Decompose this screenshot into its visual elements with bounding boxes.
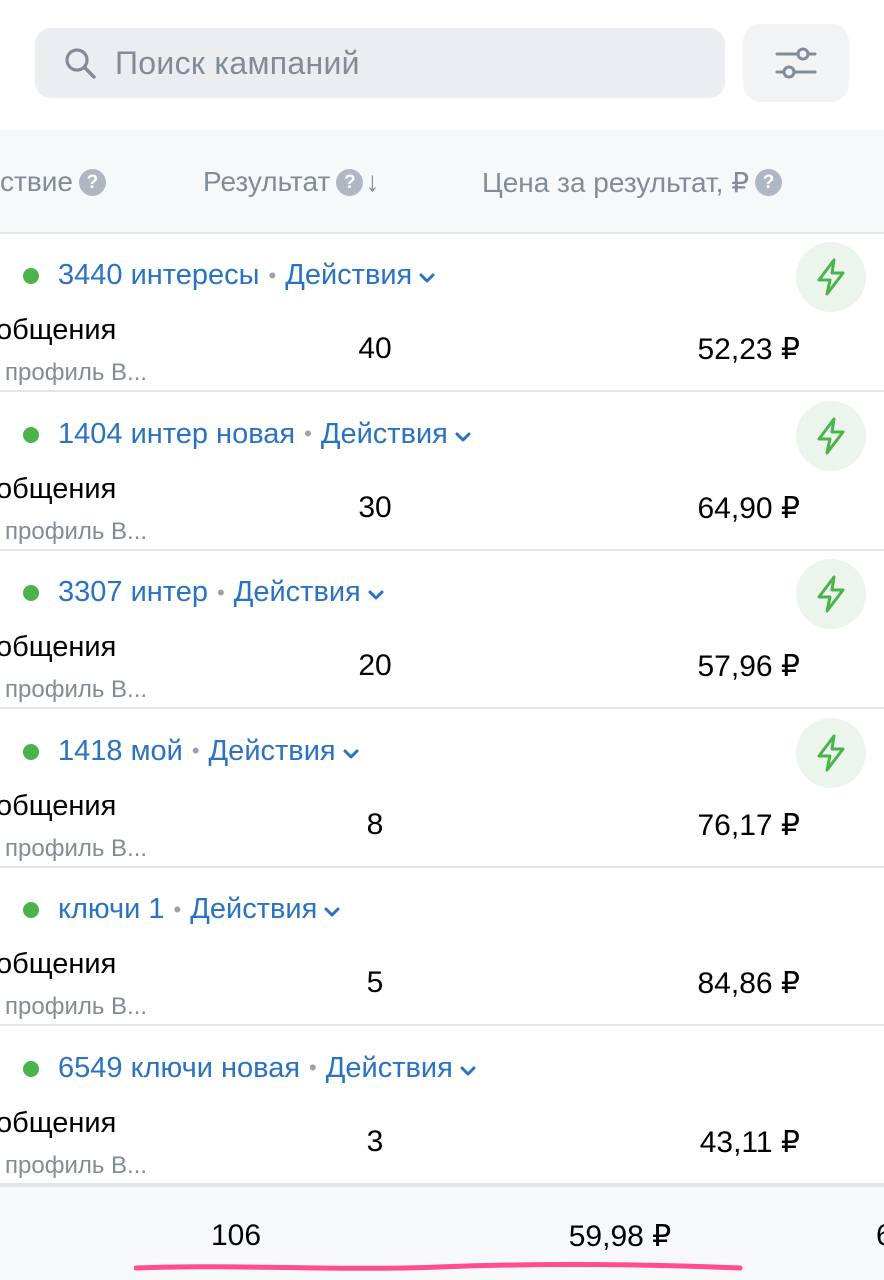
actions-label: Действия xyxy=(233,576,361,608)
campaign-name-link[interactable]: 3307 интер xyxy=(58,576,208,609)
actions-dropdown[interactable]: Действия xyxy=(326,1052,477,1085)
campaign-row[interactable]: 1404 интер новая • Действия общения профиль … xyxy=(0,392,884,551)
campaign-name-link[interactable]: 3440 интересы xyxy=(58,259,259,292)
status-dot xyxy=(23,902,39,918)
separator-dot: • xyxy=(268,262,277,288)
table-header: ствие ? Результат ? ↓ Цена за результат,… xyxy=(0,130,884,234)
help-icon[interactable]: ? xyxy=(755,169,783,196)
campaign-title-line: 3440 интересы • Действия xyxy=(58,259,436,292)
campaign-placement: профиль В... xyxy=(5,359,148,386)
actions-label: Действия xyxy=(208,734,336,767)
result-value: 40 xyxy=(358,332,392,365)
campaign-row[interactable]: 3440 интересы • Действия общения профиль В..… xyxy=(0,234,884,392)
campaign-row[interactable]: 3307 интер • Действия общения профиль В... 20… xyxy=(0,551,884,709)
campaign-name-link[interactable]: 1418 мой xyxy=(58,735,183,768)
help-icon[interactable]: ? xyxy=(336,168,364,196)
price-per-result: 57,96 ₽ xyxy=(697,650,801,683)
boost-button[interactable] xyxy=(796,400,866,471)
campaign-placement: профиль В... xyxy=(5,1151,148,1179)
campaign-placement: профиль В... xyxy=(5,834,148,862)
result-value: 30 xyxy=(358,490,392,524)
separator-dot: • xyxy=(191,738,200,763)
campaign-objective: общения xyxy=(0,631,117,663)
campaign-objective: общения xyxy=(0,789,117,822)
status-dot xyxy=(23,743,39,760)
campaign-placement: профиль В... xyxy=(5,517,148,545)
separator-dot: • xyxy=(309,1055,317,1080)
campaign-row[interactable]: 6549 ключи новая • Действия общения профиль … xyxy=(0,1026,884,1185)
campaign-name-link[interactable]: 6549 ключи новая xyxy=(58,1052,300,1085)
price-per-result: 43,11 ₽ xyxy=(699,1125,800,1159)
campaign-name-link[interactable]: 1404 интер новая xyxy=(58,418,295,451)
totals-footer: 106 59,98 ₽ 6 xyxy=(0,1185,884,1280)
search-icon xyxy=(63,46,97,80)
price-per-result: 64,90 ₽ xyxy=(697,491,801,525)
actions-label: Действия xyxy=(325,1051,453,1084)
boost-button[interactable] xyxy=(796,717,866,788)
chevron-down-icon xyxy=(342,735,360,768)
pink-underline-annotation xyxy=(134,1261,743,1271)
column-header-result[interactable]: Результат ? ↓ xyxy=(203,166,379,198)
campaign-placement: профиль В... xyxy=(5,993,148,1020)
campaign-objective: общения xyxy=(0,1106,117,1139)
chevron-down-icon xyxy=(418,259,436,292)
actions-label: Действия xyxy=(320,417,448,450)
status-dot xyxy=(23,1060,39,1077)
actions-dropdown[interactable]: Действия xyxy=(190,893,341,926)
status-dot xyxy=(23,585,39,601)
sort-arrow-icon: ↓ xyxy=(365,166,380,197)
column-label: Результат xyxy=(203,166,331,197)
help-icon[interactable]: ? xyxy=(78,168,106,196)
price-per-result: 84,86 ₽ xyxy=(697,967,801,1000)
separator-dot: • xyxy=(217,579,225,605)
separator-dot: • xyxy=(304,421,312,446)
campaign-row[interactable]: 1418 мой • Действия общения профиль В... 8 76,… xyxy=(0,709,884,868)
campaign-objective: общения xyxy=(0,314,117,346)
campaign-title-line: ключи 1 • Действия xyxy=(58,893,341,926)
column-label: ствие xyxy=(0,166,73,197)
status-dot xyxy=(23,426,39,443)
price-per-result: 76,17 ₽ xyxy=(697,808,801,842)
price-per-result: 52,23 ₽ xyxy=(697,333,801,366)
actions-label: Действия xyxy=(190,893,318,925)
total-results: 106 xyxy=(210,1219,262,1252)
result-value: 5 xyxy=(366,966,384,999)
search-input[interactable]: Поиск кампаний xyxy=(35,28,725,98)
boost-button[interactable] xyxy=(796,242,866,312)
truncated-total: 6 xyxy=(876,1219,884,1253)
chevron-down-icon xyxy=(323,893,341,926)
actions-dropdown[interactable]: Действия xyxy=(209,735,360,768)
actions-dropdown[interactable]: Действия xyxy=(234,576,385,609)
separator-dot: • xyxy=(173,896,182,922)
boost-button[interactable] xyxy=(796,559,866,629)
chevron-down-icon xyxy=(454,418,472,451)
campaign-placement: профиль В... xyxy=(5,676,148,703)
campaign-name-link[interactable]: ключи 1 xyxy=(58,893,165,926)
top-bar: Поиск кампаний xyxy=(0,0,884,130)
actions-dropdown[interactable]: Действия xyxy=(285,259,436,292)
campaign-objective: общения xyxy=(0,948,117,980)
filter-button[interactable] xyxy=(743,24,849,102)
average-price: 59,98 ₽ xyxy=(568,1220,672,1253)
column-header-action[interactable]: ствие ? xyxy=(0,166,106,198)
actions-label: Действия xyxy=(285,259,413,291)
column-label: Цена за результат, ₽ xyxy=(482,167,750,198)
status-dot xyxy=(23,268,39,284)
result-value: 8 xyxy=(366,807,384,841)
actions-dropdown[interactable]: Действия xyxy=(321,418,472,451)
campaign-title-line: 6549 ключи новая • Действия xyxy=(58,1052,477,1085)
campaign-objective: общения xyxy=(0,472,117,505)
campaign-title-line: 1404 интер новая • Действия xyxy=(58,418,472,451)
chevron-down-icon xyxy=(459,1052,477,1085)
campaign-row[interactable]: ключи 1 • Действия общения профиль В... 5 84,8… xyxy=(0,868,884,1026)
chevron-down-icon xyxy=(367,576,385,609)
campaign-title-line: 1418 мой • Действия xyxy=(58,735,360,768)
column-header-price[interactable]: Цена за результат, ₽ ? xyxy=(482,166,783,199)
result-value: 3 xyxy=(366,1124,384,1158)
search-placeholder: Поиск кампаний xyxy=(115,45,360,81)
campaign-title-line: 3307 интер • Действия xyxy=(58,576,385,609)
result-value: 20 xyxy=(358,649,392,682)
